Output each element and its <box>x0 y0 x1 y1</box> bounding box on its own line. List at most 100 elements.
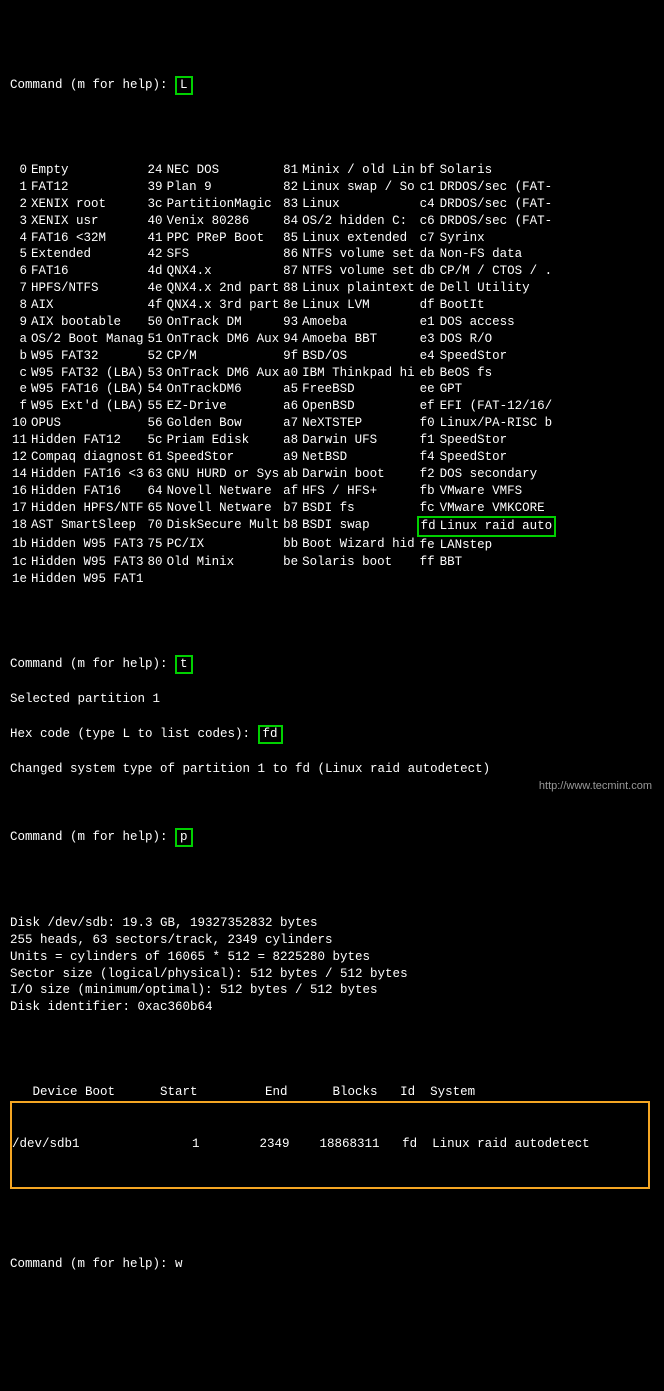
type-code: 9f <box>281 348 300 365</box>
type-code: bf <box>418 162 438 179</box>
type-code: f4 <box>418 449 438 466</box>
input-L: L <box>175 76 193 95</box>
type-code: 42 <box>146 246 165 263</box>
type-name: Linux plaintext <box>300 280 418 297</box>
type-code: 4 <box>10 230 29 247</box>
type-name: BSDI swap <box>300 517 418 536</box>
type-code: be <box>281 554 300 571</box>
cmd-prompt-1: Command (m for help): L <box>10 76 654 95</box>
type-code: 86 <box>281 246 300 263</box>
type-code: 41 <box>146 230 165 247</box>
type-name: W95 FAT32 (LBA) <box>29 365 146 382</box>
type-name: Novell Netware <box>165 500 282 518</box>
type-name: QNX4.x <box>165 263 282 280</box>
type-code: fb <box>418 483 438 500</box>
type-code: e3 <box>418 331 438 348</box>
type-name: BSD/OS <box>300 348 418 365</box>
type-name: VMware VMFS <box>438 483 556 500</box>
type-code: b7 <box>281 500 300 518</box>
type-code: c7 <box>418 230 438 247</box>
type-name: Hidden FAT12 <box>29 432 146 449</box>
type-code: 6 <box>10 263 29 280</box>
type-code: fc <box>418 500 438 518</box>
type-name: PC/IX <box>165 536 282 554</box>
type-code: 83 <box>281 196 300 213</box>
type-code: 80 <box>146 554 165 571</box>
type-code: 40 <box>146 213 165 230</box>
type-code: a6 <box>281 398 300 415</box>
type-name: OPUS <box>29 415 146 432</box>
type-name: SpeedStor <box>165 449 282 466</box>
type-name: Minix / old Lin <box>300 162 418 179</box>
type-code: 5c <box>146 432 165 449</box>
type-name: Amoeba <box>300 314 418 331</box>
type-code: e <box>10 381 29 398</box>
footer-link: http://www.tecmint.com <box>539 779 652 794</box>
type-name <box>438 571 556 588</box>
type-name: LANstep <box>438 536 556 554</box>
type-name: AST SmartSleep <box>29 517 146 536</box>
type-name: BootIt <box>438 297 556 314</box>
type-name: W95 FAT32 <box>29 348 146 365</box>
input-t: t <box>175 655 193 674</box>
type-name: OnTrack DM <box>165 314 282 331</box>
type-code: b <box>10 348 29 365</box>
type-name: Solaris boot <box>300 554 418 571</box>
partition-types-table: 0Empty 24NEC DOS 81Minix / old LinbfSola… <box>10 162 556 588</box>
type-name: VMware VMKCORE <box>438 500 556 518</box>
type-code: 54 <box>146 381 165 398</box>
type-name: PartitionMagic <box>165 196 282 213</box>
type-code: 93 <box>281 314 300 331</box>
type-name: Boot Wizard hid <box>300 536 418 554</box>
type-code: a <box>10 331 29 348</box>
type-code: a8 <box>281 432 300 449</box>
type-name: NEC DOS <box>165 162 282 179</box>
type-code: fd <box>418 517 438 536</box>
type-name: NTFS volume set <box>300 246 418 263</box>
disk-info-line: Units = cylinders of 16065 * 512 = 82252… <box>10 949 654 966</box>
type-name: Priam Edisk <box>165 432 282 449</box>
type-name: HPFS/NTFS <box>29 280 146 297</box>
type-name: Non-FS data <box>438 246 556 263</box>
type-name: AIX <box>29 297 146 314</box>
type-name: Empty <box>29 162 146 179</box>
type-name: CP/M / CTOS / . <box>438 263 556 280</box>
type-code: 4d <box>146 263 165 280</box>
type-name: OS/2 hidden C: <box>300 213 418 230</box>
type-name: Hidden W95 FAT3 <box>29 554 146 571</box>
type-code: ee <box>418 381 438 398</box>
type-name: DRDOS/sec (FAT- <box>438 196 556 213</box>
hex-prompt: Hex code (type L to list codes): fd <box>10 725 654 744</box>
type-code: f2 <box>418 466 438 483</box>
type-name: AIX bootable <box>29 314 146 331</box>
type-name: Venix 80286 <box>165 213 282 230</box>
type-name: QNX4.x 2nd part <box>165 280 282 297</box>
type-code: af <box>281 483 300 500</box>
type-code: 10 <box>10 415 29 432</box>
type-code: c1 <box>418 179 438 196</box>
type-code: 24 <box>146 162 165 179</box>
partition-table: Device Boot Start End Blocks Id System /… <box>10 1084 650 1189</box>
disk-info-line: Disk identifier: 0xac360b64 <box>10 999 654 1016</box>
type-name: GNU HURD or Sys <box>165 466 282 483</box>
type-code: 8 <box>10 297 29 314</box>
type-code: e1 <box>418 314 438 331</box>
type-code <box>146 571 165 588</box>
type-name: FreeBSD <box>300 381 418 398</box>
cmd-prompt-2: Command (m for help): t <box>10 655 654 674</box>
type-code: 1 <box>10 179 29 196</box>
type-code: 56 <box>146 415 165 432</box>
type-code: ab <box>281 466 300 483</box>
type-name: NTFS volume set <box>300 263 418 280</box>
type-name: DiskSecure Mult <box>165 517 282 536</box>
type-code: 85 <box>281 230 300 247</box>
type-name: BBT <box>438 554 556 571</box>
type-name: W95 Ext'd (LBA) <box>29 398 146 415</box>
type-name: Linux extended <box>300 230 418 247</box>
type-code: 63 <box>146 466 165 483</box>
type-code: 61 <box>146 449 165 466</box>
type-code: f0 <box>418 415 438 432</box>
input-w: w <box>175 1257 183 1271</box>
type-code: 51 <box>146 331 165 348</box>
type-code: 53 <box>146 365 165 382</box>
